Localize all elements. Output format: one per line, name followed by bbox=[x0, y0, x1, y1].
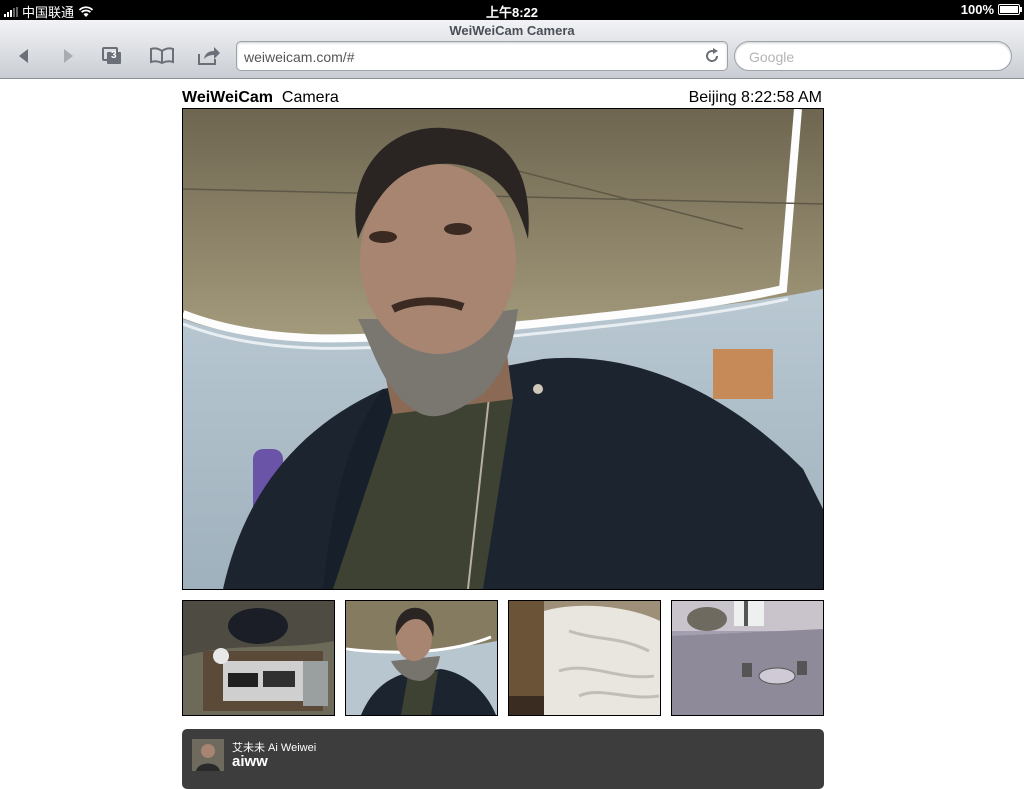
forward-button[interactable] bbox=[50, 42, 86, 70]
url-text: weiweicam.com/# bbox=[244, 49, 355, 65]
thumbnail-1-image bbox=[183, 601, 334, 715]
camera-thumbnail-4[interactable] bbox=[671, 600, 824, 716]
search-bar[interactable] bbox=[734, 41, 1012, 71]
bookmarks-icon bbox=[150, 47, 174, 65]
battery-icon bbox=[998, 4, 1022, 15]
back-button[interactable] bbox=[6, 42, 42, 70]
forward-icon bbox=[64, 49, 73, 63]
status-bar: 中国联通 上午8:22 100% bbox=[0, 0, 1024, 20]
tweet-handle[interactable]: aiww bbox=[232, 753, 268, 770]
brand-name: WeiWeiCam bbox=[182, 89, 273, 106]
address-bar[interactable]: weiweicam.com/# bbox=[236, 41, 728, 71]
thumbnail-2-image bbox=[346, 601, 497, 715]
avatar[interactable] bbox=[192, 739, 224, 771]
tabs-button[interactable]: 3 bbox=[94, 42, 130, 70]
main-camera-feed[interactable] bbox=[182, 108, 824, 590]
tab-count: 3 bbox=[111, 50, 117, 61]
status-time: 上午8:22 bbox=[485, 5, 539, 20]
search-input[interactable] bbox=[747, 48, 1001, 66]
thumbnail-3-image bbox=[509, 601, 660, 715]
camera-thumbnail-1[interactable] bbox=[182, 600, 335, 716]
camera-thumbnail-2[interactable] bbox=[345, 600, 498, 716]
twitter-widget: 艾未未 Ai Weiwei aiww bbox=[182, 729, 824, 789]
browser-toolbar: WeiWeiCam Camera 3 weiweicam.com/# bbox=[0, 20, 1024, 79]
camera-thumbnail-3[interactable] bbox=[508, 600, 661, 716]
main-feed-image bbox=[183, 109, 823, 589]
battery-percent: 100% bbox=[960, 2, 994, 17]
share-button[interactable] bbox=[191, 42, 227, 70]
brand-subtitle: Camera bbox=[281, 89, 339, 106]
beijing-clock: Beijing 8:22:58 AM bbox=[688, 89, 822, 106]
share-icon bbox=[198, 47, 220, 65]
thumbnail-4-image bbox=[672, 601, 823, 715]
page-title: WeiWeiCam Camera bbox=[449, 23, 575, 38]
avatar-image bbox=[192, 739, 224, 771]
page-header: WeiWeiCam Camera Beijing 8:22:58 AM bbox=[182, 89, 824, 107]
back-icon bbox=[19, 49, 28, 63]
reload-icon[interactable] bbox=[703, 47, 721, 65]
bookmarks-button[interactable] bbox=[144, 42, 180, 70]
